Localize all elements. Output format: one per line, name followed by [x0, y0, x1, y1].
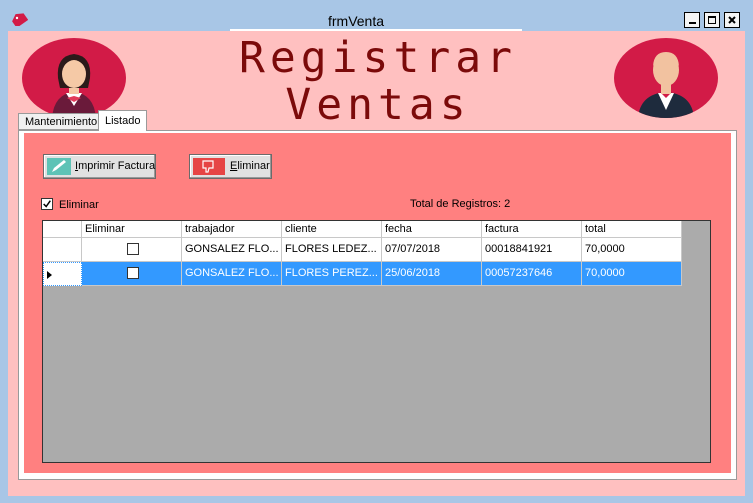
row-header-current[interactable] [43, 262, 82, 286]
cell-factura[interactable]: 00018841921 [482, 238, 582, 262]
app-window: frmVenta Registrar Ventas Mantenimiento … [0, 0, 753, 503]
column-header-fecha[interactable]: fecha [382, 221, 482, 238]
tab-listado[interactable]: Listado [98, 110, 148, 131]
female-avatar-icon [22, 38, 126, 118]
check-icon [43, 200, 51, 208]
delete-label-rest: liminar [237, 160, 270, 172]
column-header-total[interactable]: total [582, 221, 682, 238]
delete-button[interactable]: Eliminar [189, 154, 272, 179]
minimize-button[interactable] [684, 12, 700, 28]
total-records-count: 2 [504, 198, 511, 210]
cell-cliente[interactable]: FLORES LEDEZ... [282, 238, 382, 262]
thumbs-down-icon [193, 158, 225, 175]
column-header-factura[interactable]: factura [482, 221, 582, 238]
window-title: frmVenta [327, 13, 385, 29]
cell-fecha[interactable]: 07/07/2018 [382, 238, 482, 262]
column-header-eliminar[interactable]: Eliminar [82, 221, 182, 238]
minimize-icon [689, 22, 696, 24]
current-row-arrow-icon [47, 271, 52, 279]
cell-cliente[interactable]: FLORES PEREZ... [282, 262, 382, 286]
checkbox-box[interactable] [41, 198, 53, 210]
row-header-corner [43, 221, 82, 238]
total-records-label: Total de Registros: [410, 198, 502, 210]
maximize-icon [708, 16, 716, 24]
column-header-trabajador[interactable]: trabajador [182, 221, 282, 238]
cell-eliminar[interactable] [82, 238, 182, 262]
cell-factura[interactable]: 00057237646 [482, 262, 582, 286]
cell-trabajador[interactable]: GONSALEZ FLO... [182, 238, 282, 262]
row-delete-checkbox[interactable] [127, 267, 139, 279]
pencil-icon [47, 158, 71, 175]
column-header-cliente[interactable]: cliente [282, 221, 382, 238]
delete-checkbox-label: Eliminar [59, 199, 99, 211]
maximize-button[interactable] [704, 12, 720, 28]
page-title-line-1: Registrar [239, 33, 517, 83]
total-records: Total de Registros: 2 [410, 198, 510, 210]
page-title: Registrar Ventas [188, 35, 568, 129]
listado-panel: Imprimir Factura Eliminar Eliminar Total… [24, 133, 731, 473]
close-button[interactable] [724, 12, 740, 28]
form-client-area: Registrar Ventas Mantenimiento Listado I… [8, 31, 745, 496]
print-invoice-button[interactable]: Imprimir Factura [43, 154, 156, 179]
cell-trabajador[interactable]: GONSALEZ FLO... [182, 262, 282, 286]
table-row[interactable]: GONSALEZ FLO... FLORES LEDEZ... 07/07/20… [43, 238, 682, 262]
delete-label: Eliminar [230, 160, 270, 172]
table-row-selected[interactable]: GONSALEZ FLO... FLORES PEREZ... 25/06/20… [43, 262, 682, 286]
print-invoice-label-rest: mprimir Factura [78, 160, 156, 172]
tab-mantenimiento[interactable]: Mantenimiento [18, 113, 105, 130]
row-header[interactable] [43, 238, 82, 262]
cell-total[interactable]: 70,0000 [582, 238, 682, 262]
sales-grid[interactable]: Eliminar trabajador cliente fecha factur… [42, 220, 711, 463]
title-bar[interactable]: frmVenta [0, 0, 753, 31]
cell-total[interactable]: 70,0000 [582, 262, 682, 286]
page-title-line-2: Ventas [285, 80, 471, 130]
delete-checkbox[interactable]: Eliminar [41, 198, 101, 212]
cell-eliminar[interactable] [82, 262, 182, 286]
male-avatar-icon [614, 38, 718, 118]
tab-page-listado: Imprimir Factura Eliminar Eliminar Total… [18, 130, 737, 480]
row-delete-checkbox[interactable] [127, 243, 139, 255]
print-invoice-label: Imprimir Factura [75, 160, 155, 172]
cell-fecha[interactable]: 25/06/2018 [382, 262, 482, 286]
close-icon [728, 16, 736, 24]
